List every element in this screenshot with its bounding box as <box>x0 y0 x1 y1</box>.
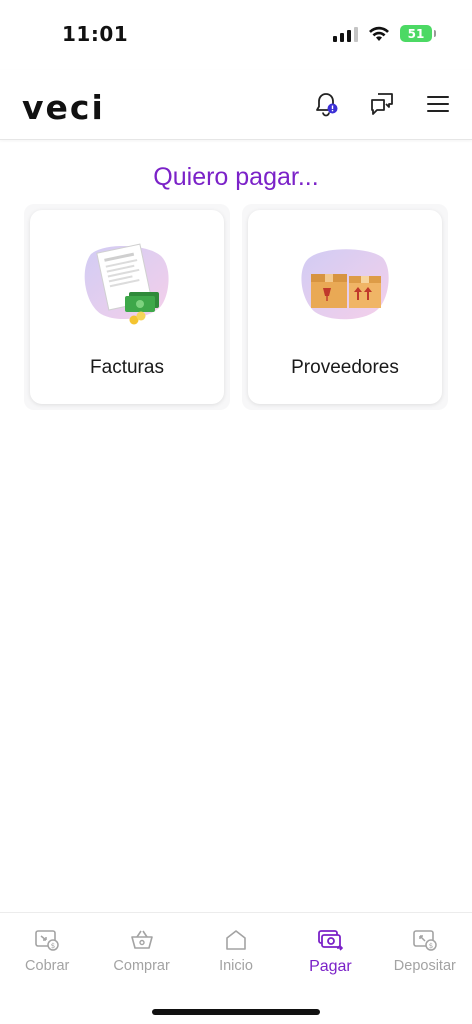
boxes-icon <box>301 249 389 320</box>
status-icons: 51 <box>333 25 436 42</box>
svg-text:$: $ <box>51 942 55 950</box>
nav-label-comprar: Comprar <box>113 958 170 974</box>
nav-item-cobrar[interactable]: $ Cobrar <box>0 913 94 983</box>
cobrar-icon: $ <box>35 930 59 951</box>
messages-button[interactable] <box>366 88 398 120</box>
svg-text:$: $ <box>429 942 433 950</box>
menu-button[interactable] <box>422 88 454 120</box>
nav-item-inicio[interactable]: Inicio <box>189 913 283 983</box>
menu-icon <box>427 96 449 112</box>
facturas-label: Facturas <box>90 357 164 378</box>
header-actions <box>310 88 454 120</box>
notifications-button[interactable] <box>310 88 342 120</box>
status-bar: 11:01 51 <box>0 0 472 70</box>
nav-label-depositar: Depositar <box>393 958 456 974</box>
nav-item-comprar[interactable]: Comprar <box>94 913 188 983</box>
nav-label-cobrar: Cobrar <box>25 958 70 974</box>
payment-options: Facturas Proveedores <box>24 204 448 410</box>
nav-label-pagar: Pagar <box>309 958 352 975</box>
wifi-icon <box>369 26 389 41</box>
nav-item-pagar[interactable]: Pagar <box>283 913 377 983</box>
battery-icon: 51 <box>400 25 436 42</box>
facturas-card-container: Facturas <box>24 204 230 410</box>
deposit-icon: $ <box>413 930 437 951</box>
page-title: Quiero pagar... <box>153 163 319 191</box>
cellular-signal-icon <box>333 26 358 42</box>
proveedores-card-container: Proveedores <box>242 204 448 410</box>
app-header: veci <box>0 70 472 140</box>
invoice-icon <box>84 243 169 325</box>
nav-label-inicio: Inicio <box>219 958 253 974</box>
battery-level: 51 <box>407 26 425 41</box>
bottom-nav: $ Cobrar Comprar Inicio Pagar $ Deposita… <box>0 912 472 1024</box>
nav-item-depositar[interactable]: $ Depositar <box>378 913 472 983</box>
bell-icon <box>316 93 338 117</box>
facturas-card[interactable]: Facturas <box>30 210 224 404</box>
chat-icon <box>371 93 393 115</box>
pay-icon <box>318 930 344 951</box>
proveedores-label: Proveedores <box>291 357 399 378</box>
veci-logo[interactable]: veci <box>22 88 105 127</box>
home-icon <box>226 930 246 950</box>
status-time: 11:01 <box>62 22 129 46</box>
home-indicator[interactable] <box>152 1009 320 1015</box>
basket-icon <box>130 930 153 949</box>
proveedores-card[interactable]: Proveedores <box>248 210 442 404</box>
